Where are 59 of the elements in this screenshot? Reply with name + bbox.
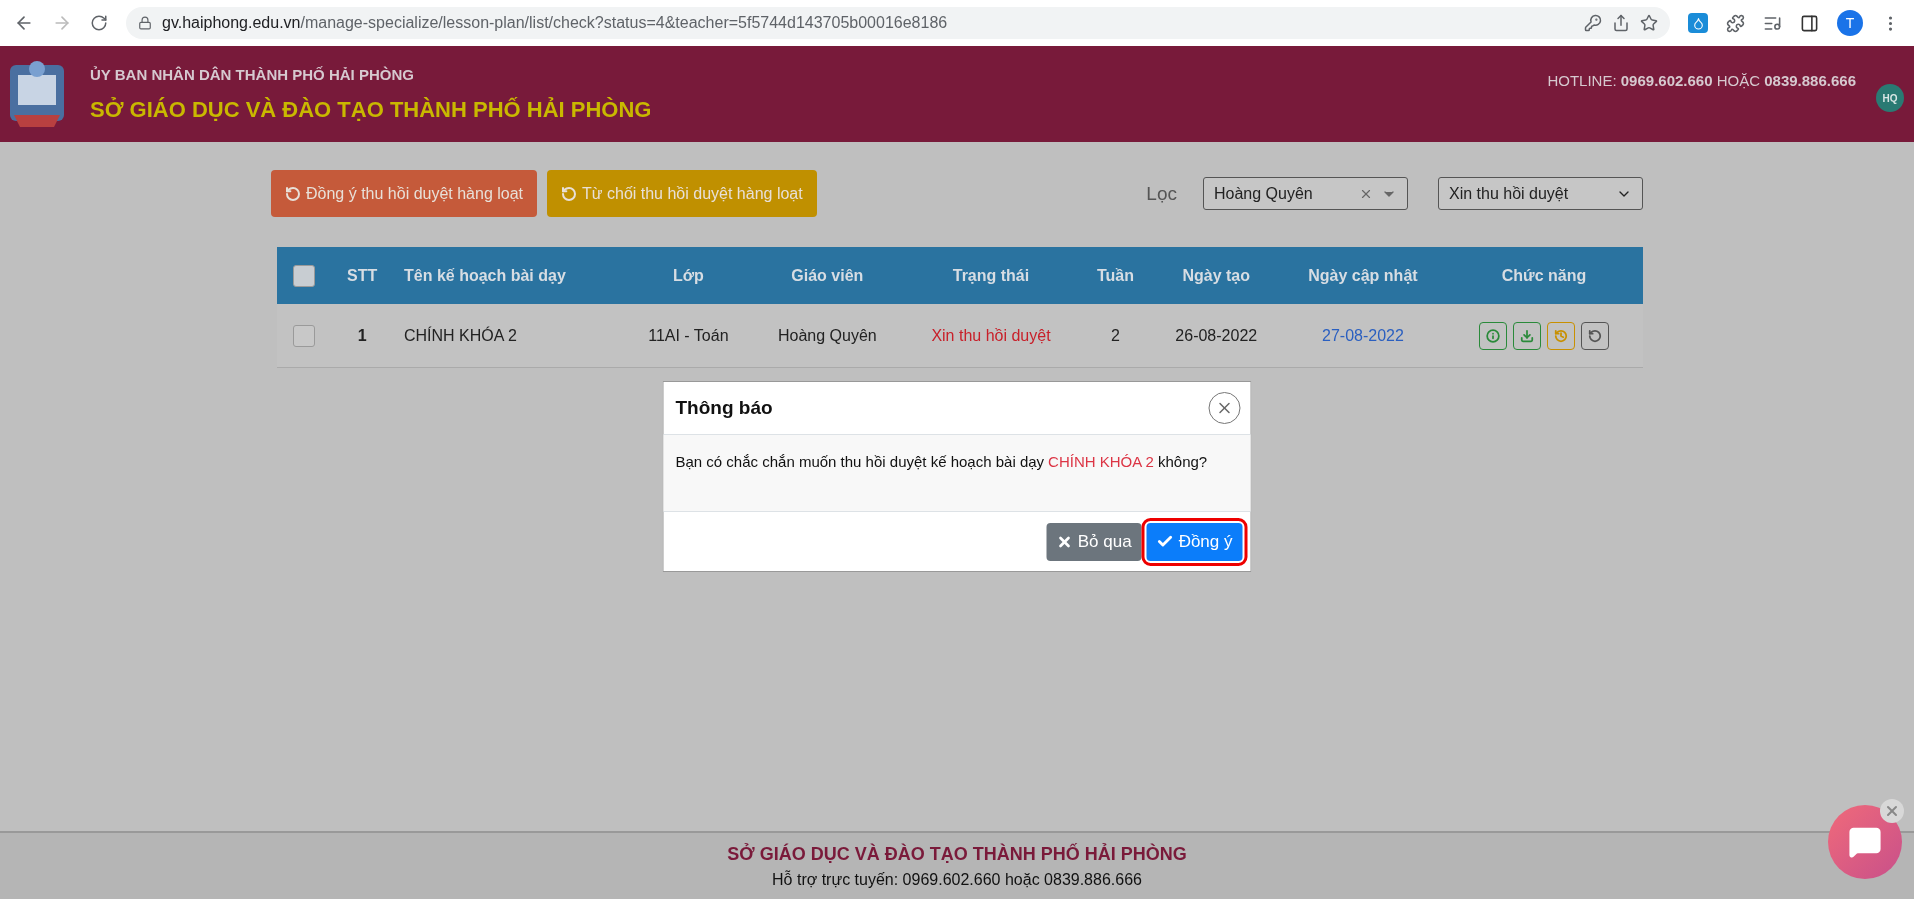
share-icon[interactable]: [1612, 14, 1630, 32]
filter-label: Lọc: [1146, 182, 1177, 205]
date-link[interactable]: 27-08-2022: [1280, 304, 1445, 368]
reject-all-button[interactable]: Từ chối thu hồi duyệt hàng loạt: [547, 170, 817, 217]
droplet-icon[interactable]: [1688, 13, 1708, 33]
column-header: Lớp: [624, 247, 753, 304]
reload-icon[interactable]: [90, 14, 108, 32]
message-text: không?: [1157, 453, 1208, 472]
star-icon[interactable]: [1640, 14, 1658, 32]
column-header: Giáo viên: [752, 247, 903, 304]
column-header: Tên kế hoạch bài dạy: [394, 247, 625, 304]
side-panel-icon[interactable]: [1800, 13, 1819, 33]
select-all-checkbox[interactable]: [292, 264, 315, 287]
undo-icon: [285, 185, 301, 202]
chat-icon: [1848, 825, 1882, 859]
lock-icon: [138, 16, 152, 30]
chat-close-button[interactable]: [1880, 799, 1904, 823]
table-cell: 1: [330, 304, 394, 368]
column-header: Ngày cập nhật: [1280, 247, 1445, 304]
table-cell: 11AI - Toán: [624, 304, 753, 368]
status-select[interactable]: Xin thu hồi duyệt: [1438, 177, 1643, 210]
key-icon[interactable]: [1584, 14, 1602, 32]
table-cell: CHÍNH KHÓA 2: [394, 304, 625, 368]
row-checkbox[interactable]: [292, 324, 315, 347]
hotline-text: HOTLINE: 0969.602.660 HOẶC 0839.886.666: [1547, 72, 1856, 89]
plan-name: CHÍNH KHÓA 2: [1048, 453, 1154, 472]
site-title: SỞ GIÁO DỤC VÀ ĐÀO TẠO THÀNH PHỐ HẢI PHÒNG: [90, 96, 653, 123]
download-button[interactable]: [1513, 321, 1541, 350]
undo-icon: [1588, 328, 1602, 343]
column-header: Chức năng: [1445, 247, 1643, 304]
undo-icon: [561, 185, 578, 202]
teacher-select[interactable]: Hoàng Quyên: [1203, 177, 1408, 210]
close-icon: [1884, 803, 1900, 819]
column-header: Tuần: [1079, 247, 1152, 304]
status-cell: Xin thu hồi duyệt: [902, 304, 1080, 368]
table-cell: 2: [1079, 304, 1152, 368]
url-text: gv.haiphong.edu.vn/manage-specialize/lesson-plan/list/check?status=4&teacher=5f5744d143705b00016e8186: [162, 14, 948, 32]
message-text: Bạn có chắc chắn muốn thu hồi duyệt kế hoạch bài dạy: [675, 453, 1045, 472]
close-button[interactable]: [1208, 392, 1241, 424]
address-bar[interactable]: gv.haiphong.edu.vn/manage-specialize/lesson-plan/list/check?status=4&teacher=5f5744d143705b00016e8186: [126, 7, 1670, 39]
table-cell: 26-08-2022: [1151, 304, 1281, 368]
column-header: Trạng thái: [902, 247, 1080, 304]
info-icon: [1486, 328, 1500, 343]
subtitle-text: ỦY BAN NHÂN DÂN THÀNH PHỐ HẢI PHÒNG: [90, 65, 415, 83]
footer-support-text: Hỗ trợ trực tuyến: 0969.602.660 hoặc 0839.886.666: [772, 870, 1142, 889]
column-header: STT: [330, 247, 394, 304]
undo-button[interactable]: [1581, 321, 1609, 350]
profile-avatar[interactable]: T: [1837, 10, 1863, 36]
cancel-button[interactable]: Bỏ qua: [1046, 522, 1142, 561]
table-cell: Hoàng Quyên: [752, 304, 903, 368]
history-icon: [1554, 328, 1568, 343]
info-button[interactable]: [1479, 321, 1507, 350]
puzzle-icon[interactable]: [1726, 13, 1745, 33]
user-avatar[interactable]: HQ: [1876, 84, 1904, 112]
download-icon: [1520, 328, 1534, 343]
column-header: Ngày tạo: [1151, 247, 1281, 304]
footer-title: SỞ GIÁO DỤC VÀ ĐÀO TẠO THÀNH PHỐ HẢI PHÒNG: [727, 843, 1187, 865]
dialog-title: Thông báo: [675, 397, 773, 419]
approve-all-button[interactable]: Đồng ý thu hồi duyệt hàng loạt: [271, 170, 538, 217]
